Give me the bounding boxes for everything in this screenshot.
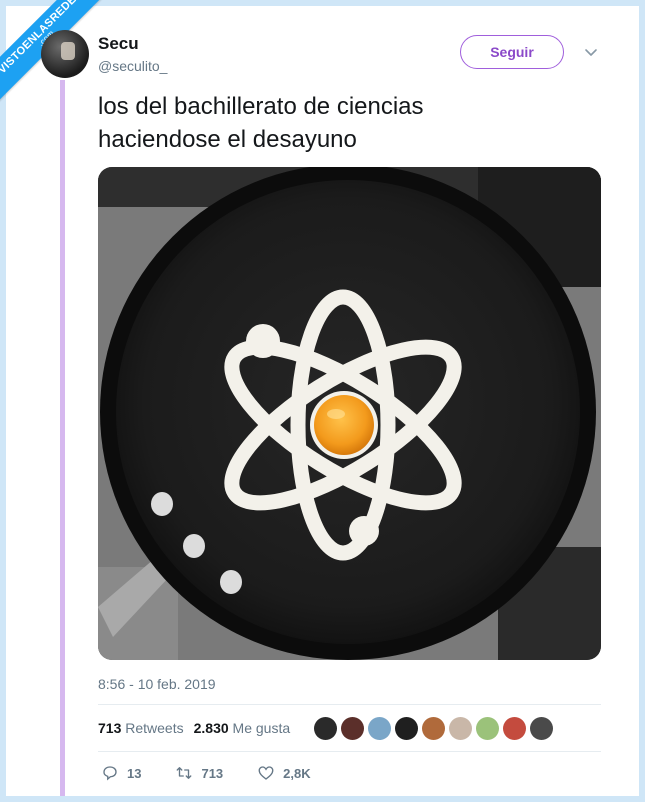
tweet-line-1: los del bachillerato de ciencias [98,93,424,120]
tweet-timestamp[interactable]: 8:56 - 10 feb. 2019 [98,676,216,692]
tweet-text: los del bachillerato de ciencias haciend… [98,90,598,156]
like-button[interactable]: 2,8K [257,764,311,782]
like-count: 2,8K [283,765,311,781]
fried-egg-atom-image [98,167,601,660]
liker-avatar[interactable] [449,717,472,740]
divider [98,751,601,752]
thread-accent-bar [60,80,65,796]
action-bar: 13 713 2,8K [101,764,345,782]
likes-count: 2.830 [193,720,229,736]
retweet-label: Retweets [125,720,184,736]
liker-avatar[interactable] [422,717,445,740]
reply-button[interactable]: 13 [101,764,141,782]
engagement-stats: 713 Retweets 2.830 Me gusta [98,720,290,736]
retweet-button[interactable]: 713 [175,764,223,782]
reply-count: 13 [127,765,142,781]
liker-avatar[interactable] [395,717,418,740]
retweet-count: 713 [98,720,122,736]
follow-button[interactable]: Seguir [460,35,564,69]
liker-avatars[interactable] [314,717,553,740]
tweet-photo[interactable] [98,167,601,660]
retweet-icon [177,767,192,779]
author-handle[interactable]: @seculito_ [98,58,167,74]
tweet-line-2: haciendose el desayuno [98,126,357,153]
divider [98,704,601,705]
likes-stat[interactable]: 2.830 Me gusta [194,720,291,736]
author-name[interactable]: Secu [98,34,139,54]
retweet-stat[interactable]: 713 Retweets [98,720,184,736]
liker-avatar[interactable] [368,717,391,740]
liker-avatar[interactable] [503,717,526,740]
reply-icon [103,766,117,781]
liker-avatar[interactable] [530,717,553,740]
liker-avatar[interactable] [314,717,337,740]
retweet-action-count: 713 [201,765,224,781]
likes-label: Me gusta [232,720,291,736]
liker-avatar[interactable] [341,717,364,740]
chevron-down-icon[interactable] [583,44,599,60]
liker-avatar[interactable] [476,717,499,740]
heart-icon [258,766,274,780]
avatar[interactable] [41,30,89,78]
